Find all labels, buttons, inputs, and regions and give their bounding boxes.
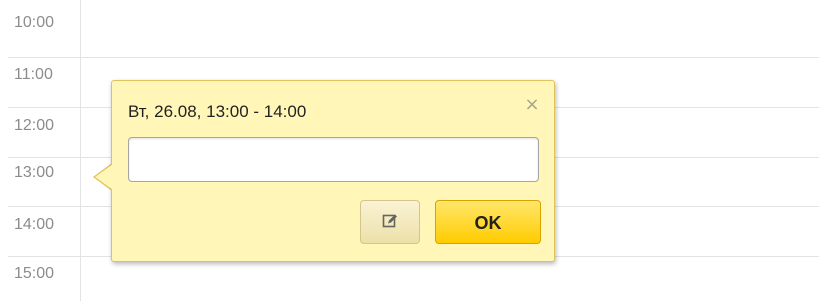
close-icon[interactable]: × <box>524 96 540 114</box>
hour-label-11: 11:00 <box>14 66 53 83</box>
hour-label-10: 10:00 <box>14 14 55 31</box>
hour-label-12: 12:00 <box>14 117 55 134</box>
event-time-title: Вт, 26.08, 13:00 - 14:00 <box>128 102 307 121</box>
event-title-input[interactable] <box>128 137 539 182</box>
hour-label-13: 13:00 <box>14 164 55 181</box>
hour-divider <box>8 57 819 58</box>
pencil-edit-icon <box>382 214 397 228</box>
hour-label-14: 14:00 <box>14 216 55 233</box>
popup-pointer-fill <box>95 164 113 190</box>
quick-event-popup: Вт, 26.08, 13:00 - 14:00 × OK <box>111 80 555 262</box>
calendar-day-view: 10:00 11:00 12:00 13:00 14:00 15:00 Вт, … <box>0 0 819 301</box>
edit-details-button[interactable] <box>360 200 420 244</box>
ok-button[interactable]: OK <box>435 200 541 244</box>
hour-label-15: 15:00 <box>14 265 55 282</box>
